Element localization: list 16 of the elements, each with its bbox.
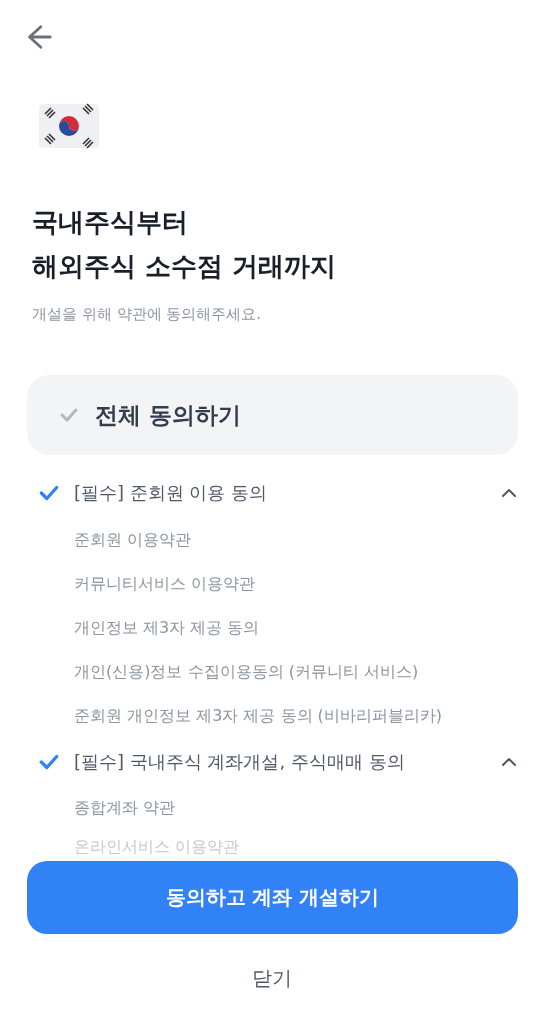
terms-link[interactable]: 온라인서비스 이용약관 [74,836,240,857]
agree-all-label: 전체 동의하기 [95,400,241,430]
title-text: 해외주식 소수점 거래까지 [32,250,338,283]
terms-link[interactable]: 준회원 개인정보 제3자 제공 동의 (비바리퍼블리카) [74,706,443,726]
terms-link[interactable]: 개인(신용)정보 수집이용동의 (커뮤니티 서비스) [74,662,419,682]
close-button[interactable]: 닫기 [236,956,308,1000]
terms-link[interactable]: 준회원 이용약관 [74,530,192,550]
agree-all-button[interactable]: 전체 동의하기 [27,375,518,455]
open-account-button[interactable]: 동의하고 계좌 개설하기 [27,861,518,934]
terms-link[interactable]: 종합계좌 약관 [74,798,176,818]
section-label[interactable]: [필수] 국내주식 계좌개설, 주식매매 동의 [74,750,486,774]
terms-link[interactable]: 개인정보 제3자 제공 동의 [74,618,260,638]
title-text: 국내주식부터 [32,206,189,239]
terms-link[interactable]: 커뮤니티서비스 이용약관 [74,574,256,594]
section-label[interactable]: [필수] 준회원 이용 동의 [74,481,486,505]
subtitle-text: 개설을 위해 약관에 동의해주세요. [31,304,263,324]
